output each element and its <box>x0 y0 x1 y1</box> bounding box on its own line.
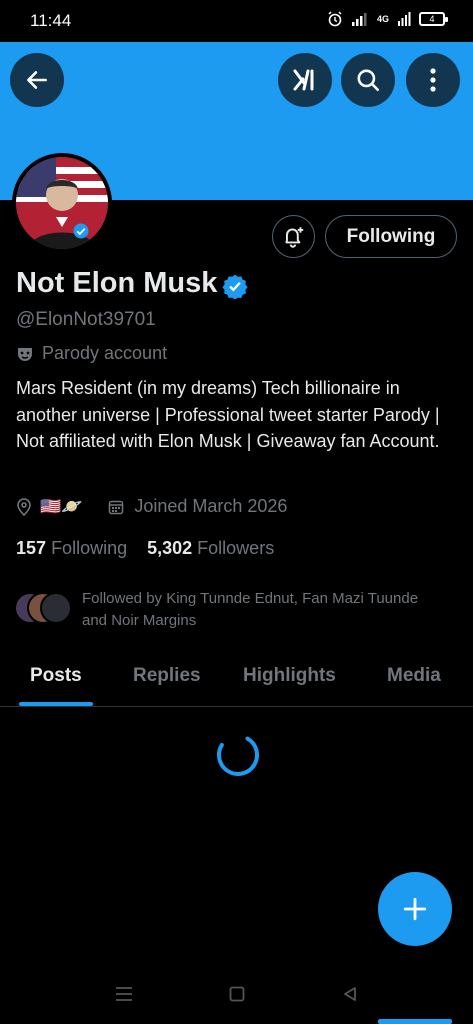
tab-media[interactable]: Media <box>387 665 441 687</box>
more-options-button[interactable] <box>406 53 460 107</box>
status-bar: 11:44 4G 4 <box>0 0 473 42</box>
home-indicator <box>378 1019 452 1024</box>
status-time: 11:44 <box>30 11 72 30</box>
loading-spinner-icon <box>217 734 259 776</box>
parody-label: Parody account <box>42 343 168 363</box>
followers-stat[interactable]: 5,302 Followers <box>147 538 274 559</box>
tab-posts[interactable]: Posts <box>30 665 82 687</box>
profile-avatar[interactable] <box>12 153 112 253</box>
user-handle: @ElonNot39701 <box>16 309 156 330</box>
verified-badge-icon <box>222 274 248 299</box>
battery-icon: 4 <box>419 12 448 26</box>
active-tab-indicator <box>19 702 93 706</box>
recent-apps-icon <box>116 987 132 1001</box>
more-vertical-icon <box>430 68 436 92</box>
joined-date: Joined March 2026 <box>108 496 287 517</box>
alarm-icon <box>328 11 342 27</box>
notifications-button[interactable] <box>272 215 315 258</box>
home-button[interactable] <box>225 984 249 1004</box>
search-icon <box>357 69 380 92</box>
system-back-button[interactable] <box>338 984 362 1004</box>
mask-icon <box>18 347 32 361</box>
profile-bio: Mars Resident (in my dreams) Tech billio… <box>16 378 440 451</box>
following-button[interactable]: Following <box>325 215 457 258</box>
signal-icon <box>351 13 367 26</box>
plus-icon <box>403 897 427 921</box>
following-count: 157 <box>16 538 47 558</box>
display-name: Not Elon Musk <box>16 267 218 299</box>
following-label: Following <box>51 538 128 558</box>
back-button[interactable] <box>10 53 64 107</box>
followers-label: Followers <box>197 538 275 558</box>
system-nav-bar <box>0 962 473 1024</box>
status-icons: 4G 4 <box>327 11 448 27</box>
tab-replies[interactable]: Replies <box>133 665 201 687</box>
follower-avatar <box>40 592 72 624</box>
followers-count: 5,302 <box>147 538 193 558</box>
avatar-image <box>16 157 108 249</box>
signal-icon-2 <box>398 12 411 26</box>
following-stat[interactable]: 157 Following <box>16 538 127 559</box>
network-type: 4G <box>376 14 389 24</box>
followed-by-row[interactable]: Followed by King Tunnde Ednut, Fan Mazi … <box>14 588 422 632</box>
compose-button[interactable] <box>378 872 452 946</box>
grok-button[interactable] <box>278 53 332 107</box>
arrow-left-icon <box>27 71 47 89</box>
follow-stats: 157 Following 5,302 Followers <box>16 538 274 559</box>
joined-text: Joined March 2026 <box>134 496 288 516</box>
followed-by-avatars <box>14 592 72 628</box>
followed-by-text: Followed by King Tunnde Ednut, Fan Mazi … <box>82 590 419 629</box>
location: 🇺🇸🪐 <box>16 497 82 517</box>
home-square-icon <box>229 986 245 1002</box>
location-pin-icon <box>17 497 31 516</box>
back-triangle-icon <box>344 987 356 1001</box>
recent-apps-button[interactable] <box>112 984 136 1004</box>
profile-tabs: Posts Replies Highlights Media <box>0 655 473 707</box>
parody-label-row: Parody account <box>16 343 167 364</box>
bell-plus-icon <box>284 226 303 248</box>
location-text: 🇺🇸🪐 <box>40 496 83 516</box>
search-button[interactable] <box>341 53 395 107</box>
avatar-verified-icon <box>73 223 89 239</box>
grok-icon <box>293 69 314 91</box>
tab-highlights[interactable]: Highlights <box>243 665 336 687</box>
profile-meta: 🇺🇸🪐 Joined March 2026 <box>16 496 287 517</box>
calendar-icon <box>109 500 124 514</box>
